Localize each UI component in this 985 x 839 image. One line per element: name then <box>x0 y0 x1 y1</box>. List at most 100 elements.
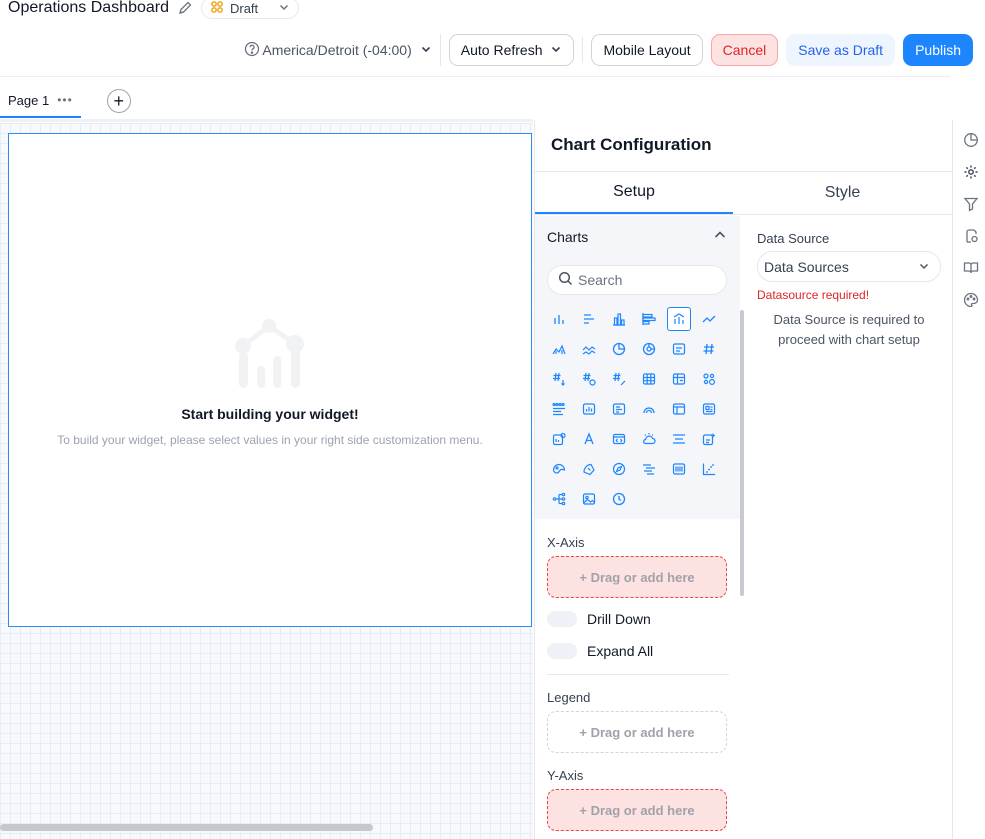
bubble-chart-icon[interactable] <box>697 367 721 391</box>
draft-status-icon <box>210 0 224 17</box>
donut-chart-icon[interactable] <box>637 337 661 361</box>
funnel-chart-icon[interactable] <box>667 427 691 451</box>
list-view-icon[interactable] <box>547 397 571 421</box>
widget-illustration-icon <box>233 318 309 393</box>
auto-refresh-dropdown[interactable]: Auto Refresh <box>448 34 575 66</box>
tabs-divider <box>0 119 533 122</box>
chart-type-grid <box>547 307 721 511</box>
edit-title-icon[interactable] <box>177 0 193 16</box>
tree-chart-icon[interactable] <box>547 487 571 511</box>
weather-icon[interactable] <box>637 427 661 451</box>
line-chart-icon[interactable] <box>697 307 721 331</box>
pie-chart-icon[interactable] <box>607 337 631 361</box>
link-device-icon[interactable] <box>963 228 979 244</box>
x-axis-label: X-Axis <box>547 535 585 550</box>
summary-card-icon[interactable] <box>607 397 631 421</box>
add-page-button[interactable]: + <box>106 89 131 113</box>
auto-refresh-label: Auto Refresh <box>460 42 543 58</box>
setup-left-column: Charts Search X-Axis + Drag or add here … <box>535 216 744 839</box>
publish-button[interactable]: Publish <box>903 34 973 66</box>
text-card-icon[interactable] <box>667 337 691 361</box>
dashboard-editor: Operations Dashboard Draft America/Detro… <box>0 0 985 839</box>
timezone-selector[interactable]: America/Detroit (-04:00) <box>244 34 441 66</box>
kpi-target-icon[interactable] <box>577 367 601 391</box>
data-grid-icon[interactable] <box>667 457 691 481</box>
chevron-down-icon <box>918 259 930 275</box>
combo-chart-icon[interactable] <box>667 307 691 331</box>
tab-style[interactable]: Style <box>733 172 952 214</box>
text-label-icon[interactable] <box>577 427 601 451</box>
legend-label: Legend <box>547 690 591 705</box>
kpi-compare-icon[interactable] <box>607 367 631 391</box>
mobile-layout-button[interactable]: Mobile Layout <box>591 34 703 66</box>
more-options-icon[interactable]: ••• <box>57 93 73 107</box>
save-as-draft-button[interactable]: Save as Draft <box>786 34 896 66</box>
cancel-button[interactable]: Cancel <box>710 34 779 66</box>
kpi-trend-icon[interactable] <box>547 367 571 391</box>
multi-line-icon[interactable] <box>577 337 601 361</box>
config-title: Chart Configuration <box>551 135 712 154</box>
stacked-bar-icon[interactable] <box>637 307 661 331</box>
book-icon[interactable] <box>963 260 979 276</box>
y-axis-drop-zone[interactable]: + Drag or add here <box>547 789 727 831</box>
charts-label: Charts <box>547 228 589 245</box>
chevron-up-icon[interactable] <box>713 228 727 245</box>
horizontal-scrollbar[interactable] <box>0 824 373 831</box>
column-chart-icon[interactable] <box>547 307 571 331</box>
tab-page-1[interactable]: Page 1 ••• <box>0 84 81 118</box>
chart-pie-icon[interactable] <box>963 132 979 148</box>
data-source-error: Datasource required! <box>757 288 870 302</box>
stacked-column-icon[interactable] <box>607 307 631 331</box>
palette-icon[interactable] <box>963 292 979 308</box>
number-card-icon[interactable] <box>697 337 721 361</box>
section-divider <box>547 674 729 675</box>
drill-down-toggle-row[interactable]: Drill Down <box>547 611 651 627</box>
widget-empty-subtitle: To build your widget, please select valu… <box>57 433 483 447</box>
chart-search-input[interactable]: Search <box>547 265 727 295</box>
matrix-card-icon[interactable] <box>697 397 721 421</box>
page-tab-label: Page 1 <box>8 92 50 108</box>
charts-section: Charts Search <box>535 216 740 519</box>
status-dropdown[interactable]: Draft <box>200 0 300 19</box>
config-scrollbar[interactable] <box>740 310 744 596</box>
clock-icon[interactable] <box>607 487 631 511</box>
expand-all-toggle[interactable] <box>547 643 577 659</box>
widget-placeholder[interactable]: Start building your widget! To build you… <box>8 133 532 627</box>
layout-panel-icon[interactable] <box>667 397 691 421</box>
widget-add-icon[interactable] <box>697 427 721 451</box>
data-source-help: Data Source is required to proceed with … <box>773 312 925 347</box>
dashboard-title: Operations Dashboard <box>8 0 169 16</box>
expand-all-toggle-row[interactable]: Expand All <box>547 643 653 659</box>
header-toolbar: America/Detroit (-04:00) Auto Refresh Mo… <box>244 34 973 66</box>
embed-code-icon[interactable] <box>607 427 631 451</box>
chevron-down-icon <box>420 42 432 58</box>
x-axis-drop-zone[interactable]: + Drag or add here <box>547 556 727 598</box>
right-rail <box>952 120 985 839</box>
chevron-down-icon <box>550 42 562 58</box>
data-source-select[interactable]: Data Sources <box>757 251 941 282</box>
legend-drop-zone[interactable]: + Drag or add here <box>547 711 727 753</box>
y-axis-label: Y-Axis <box>547 768 584 783</box>
waterfall-chart-icon[interactable] <box>697 457 721 481</box>
pivot-table-icon[interactable] <box>667 367 691 391</box>
search-placeholder: Search <box>578 272 623 288</box>
gauge-chart-icon[interactable] <box>637 397 661 421</box>
area-chart-icon[interactable] <box>547 337 571 361</box>
gear-icon[interactable] <box>963 164 979 180</box>
page-tabs: Page 1 ••• + <box>0 84 131 118</box>
compass-icon[interactable] <box>607 457 631 481</box>
tab-setup[interactable]: Setup <box>535 172 733 214</box>
metric-badge-icon[interactable] <box>547 427 571 451</box>
timezone-label: America/Detroit (-04:00) <box>262 42 412 58</box>
chart-card-icon[interactable] <box>577 397 601 421</box>
drill-down-toggle[interactable] <box>547 611 577 627</box>
image-icon[interactable] <box>577 487 601 511</box>
config-tabs: Setup Style <box>535 171 952 215</box>
table-icon[interactable] <box>637 367 661 391</box>
gantt-chart-icon[interactable] <box>637 457 661 481</box>
filter-icon[interactable] <box>963 196 979 212</box>
bar-chart-icon[interactable] <box>577 307 601 331</box>
charts-header[interactable]: Charts <box>547 228 727 245</box>
radar-chart-icon[interactable] <box>577 457 601 481</box>
map-chart-icon[interactable] <box>547 457 571 481</box>
